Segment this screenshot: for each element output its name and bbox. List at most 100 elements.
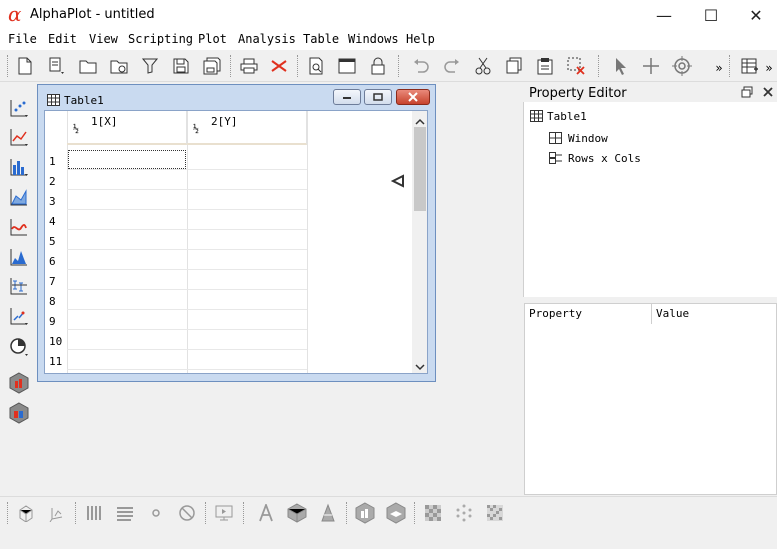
3d-bars-icon[interactable] — [8, 372, 30, 394]
vertical-lines-icon[interactable] — [83, 502, 105, 524]
crosshair-icon[interactable] — [640, 55, 662, 77]
table-close-button[interactable] — [396, 89, 430, 105]
tree-item-window[interactable]: Window — [568, 132, 608, 145]
save-all-icon[interactable] — [201, 55, 223, 77]
screen-icon[interactable] — [213, 502, 235, 524]
dotted-pattern-icon[interactable] — [453, 502, 475, 524]
row-header[interactable]: 6 — [49, 255, 56, 268]
menu-view[interactable]: View — [89, 32, 118, 46]
menu-help[interactable]: Help — [406, 32, 435, 46]
row-header[interactable]: 5 — [49, 235, 56, 248]
scroll-down-icon[interactable] — [415, 361, 425, 373]
text-a-icon[interactable] — [255, 502, 277, 524]
new-project-dropdown-icon[interactable] — [46, 55, 68, 77]
save-icon[interactable] — [170, 55, 192, 77]
filter-icon[interactable] — [139, 55, 161, 77]
scrollbar-thumb[interactable] — [414, 127, 426, 211]
toolbar-separator — [729, 55, 730, 77]
row-header[interactable]: 1 — [49, 155, 56, 168]
row-header[interactable]: 8 — [49, 295, 56, 308]
3d-axes-icon[interactable] — [46, 502, 68, 524]
table-minimize-button[interactable] — [333, 89, 361, 105]
target-icon[interactable] — [671, 55, 693, 77]
toolbar-separator — [598, 55, 599, 77]
redo-icon[interactable] — [441, 55, 463, 77]
vector-plot-icon[interactable] — [8, 305, 30, 327]
spline-plot-icon[interactable] — [8, 216, 30, 238]
menu-plot[interactable]: Plot — [198, 32, 227, 46]
error-bars-icon[interactable] — [8, 275, 30, 297]
scatter-plot-icon[interactable] — [8, 97, 30, 119]
column-header-x[interactable]: ½ 1[X] — [67, 111, 187, 145]
no-symbol-icon[interactable] — [176, 502, 198, 524]
menu-table[interactable]: Table — [303, 32, 339, 46]
alpha-logo-icon: α — [8, 2, 22, 26]
3d-peak-icon[interactable] — [317, 502, 339, 524]
toolbar-overflow-icon[interactable]: » — [762, 57, 776, 79]
scroll-up-icon[interactable] — [415, 114, 425, 128]
lock-icon[interactable] — [367, 55, 389, 77]
bar-chart-icon[interactable] — [8, 156, 30, 178]
grid-line — [67, 289, 307, 290]
rows-cols-icon — [549, 152, 563, 167]
scissors-icon[interactable] — [472, 55, 494, 77]
print-icon[interactable] — [238, 55, 260, 77]
toolbar-overflow-icon[interactable]: » — [708, 57, 730, 79]
open-folder-icon[interactable] — [77, 55, 99, 77]
menu-windows[interactable]: Windows — [348, 32, 399, 46]
3d-surface-grey-icon[interactable] — [286, 502, 308, 524]
3d-mesh-grey-icon[interactable] — [385, 502, 407, 524]
pie-chart-icon[interactable] — [8, 336, 30, 358]
row-header[interactable]: 11 — [49, 355, 62, 368]
3d-box-icon[interactable] — [15, 502, 37, 524]
paste-icon[interactable] — [534, 55, 556, 77]
row-header[interactable]: 2 — [49, 175, 56, 188]
value-column-header[interactable]: Value — [656, 307, 689, 320]
row-header[interactable]: 9 — [49, 315, 56, 328]
noise-pattern-icon[interactable] — [484, 502, 506, 524]
collapse-arrow-icon[interactable] — [390, 174, 405, 191]
checker-pattern-icon[interactable] — [422, 502, 444, 524]
menu-file[interactable]: File — [8, 32, 37, 46]
close-dock-icon[interactable] — [762, 86, 774, 101]
column-name: 2[Y] — [211, 115, 238, 128]
tree-item-rows-cols[interactable]: Rows x Cols — [568, 152, 641, 165]
column-type-fraction: ½ — [193, 124, 200, 135]
table-icon — [530, 110, 543, 125]
row-header[interactable]: 7 — [49, 275, 56, 288]
new-file-icon[interactable] — [14, 55, 36, 77]
dot-icon[interactable] — [145, 502, 167, 524]
selected-cell[interactable] — [68, 150, 186, 169]
menu-analysis[interactable]: Analysis — [238, 32, 296, 46]
table-restore-button[interactable] — [364, 89, 392, 105]
copy-icon[interactable] — [503, 55, 525, 77]
menu-scripting[interactable]: Scripting — [128, 32, 193, 46]
tree-item-table1[interactable]: Table1 — [547, 110, 587, 123]
row-header[interactable]: 3 — [49, 195, 56, 208]
area-plot-icon[interactable] — [8, 186, 30, 208]
pointer-icon[interactable] — [610, 55, 632, 77]
float-dock-icon[interactable] — [741, 86, 753, 101]
undo-icon[interactable] — [410, 55, 432, 77]
line-plot-icon[interactable] — [8, 126, 30, 148]
window-icon[interactable] — [336, 55, 358, 77]
histogram-icon[interactable] — [8, 246, 30, 268]
minimize-button[interactable]: — — [641, 0, 687, 30]
horizontal-lines-icon[interactable] — [114, 502, 136, 524]
menu-edit[interactable]: Edit — [48, 32, 77, 46]
3d-bars-grey-icon[interactable] — [354, 502, 376, 524]
clear-selection-icon[interactable] — [565, 55, 587, 77]
column-header-y[interactable]: ½ 2[Y] — [187, 111, 307, 145]
cut-red-icon[interactable] — [268, 55, 290, 77]
row-header[interactable]: 10 — [49, 335, 62, 348]
table-add-icon[interactable] — [739, 55, 761, 77]
property-column-header[interactable]: Property — [529, 307, 582, 320]
maximize-button[interactable]: ☐ — [688, 0, 734, 30]
grid-line — [67, 369, 307, 370]
3d-surface-icon[interactable] — [8, 402, 30, 424]
open-recent-icon[interactable] — [108, 55, 130, 77]
close-button[interactable]: ✕ — [733, 0, 777, 30]
print-preview-icon[interactable] — [305, 55, 327, 77]
row-header[interactable]: 4 — [49, 215, 56, 228]
vertical-scrollbar[interactable] — [412, 111, 427, 373]
